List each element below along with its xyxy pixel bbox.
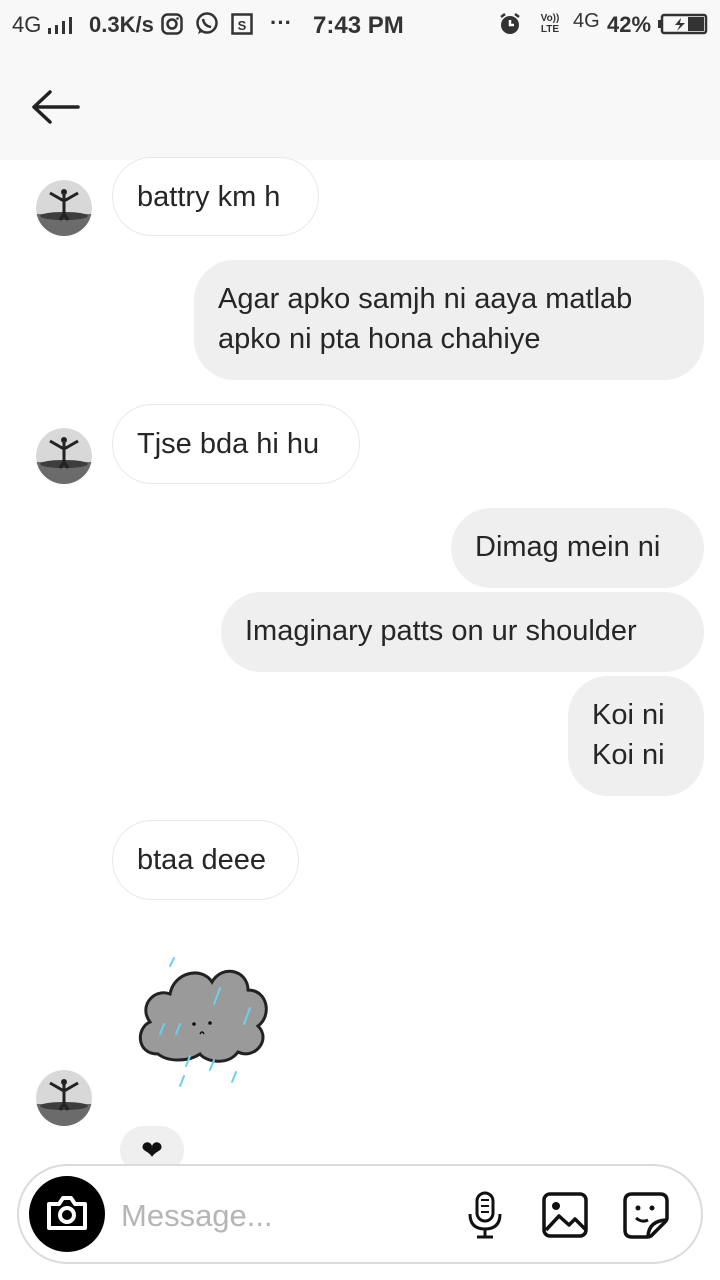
svg-text:S: S (238, 18, 247, 33)
avatar[interactable] (36, 428, 92, 484)
profile-photo (36, 1070, 92, 1126)
message-composer (17, 1164, 703, 1264)
sticker-button[interactable] (622, 1190, 670, 1240)
whatsapp-icon (196, 12, 218, 34)
rain-cloud-sticker[interactable] (130, 950, 280, 1090)
message-bubble-outgoing[interactable]: Imaginary patts on ur shoulder (221, 592, 704, 672)
message-bubble-outgoing[interactable]: Koi ni Koi ni (568, 676, 704, 796)
clock: 7:43 PM (313, 12, 404, 39)
volte-indicator: Vo)) LTE (540, 13, 560, 35)
microphone-button[interactable] (461, 1190, 509, 1240)
status-bar: 4G 0.3K/s S ··· 7:43 PM Vo)) LTE 4G 42% (0, 0, 720, 50)
back-arrow-icon (32, 90, 80, 124)
sticker-icon (623, 1192, 669, 1239)
message-bubble-incoming[interactable]: Tjse bda hi hu (112, 404, 360, 484)
network-speed: 0.3K/s (89, 12, 154, 37)
message-bubble-incoming[interactable]: battry km h (112, 157, 319, 236)
camera-icon (47, 1196, 87, 1230)
avatar[interactable] (36, 1070, 92, 1126)
alarm-icon (500, 13, 520, 34)
message-bubble-outgoing[interactable]: Dimag mein ni (451, 508, 704, 588)
microphone-icon (468, 1191, 502, 1239)
instagram-icon (161, 13, 183, 35)
battery-percent: 42% (607, 12, 652, 37)
avatar[interactable] (36, 180, 92, 236)
message-bubble-outgoing[interactable]: Agar apko samjh ni aaya matlab apko ni p… (194, 260, 704, 380)
gallery-button[interactable] (541, 1190, 589, 1240)
profile-photo (36, 180, 92, 236)
more-notifications: ··· (270, 10, 292, 35)
back-button[interactable] (26, 83, 86, 133)
message-bubble-incoming[interactable]: btaa deee (112, 820, 299, 900)
camera-button[interactable] (29, 1176, 105, 1252)
battery-icon (658, 13, 708, 35)
message-input[interactable] (119, 1191, 443, 1241)
image-icon (542, 1192, 588, 1238)
signal-icon (48, 17, 72, 34)
network-type: 4G (12, 12, 42, 37)
screenshot-icon: S (231, 13, 253, 35)
profile-photo (36, 428, 92, 484)
header-bar (0, 50, 720, 160)
network-type-2: 4G (573, 10, 600, 32)
